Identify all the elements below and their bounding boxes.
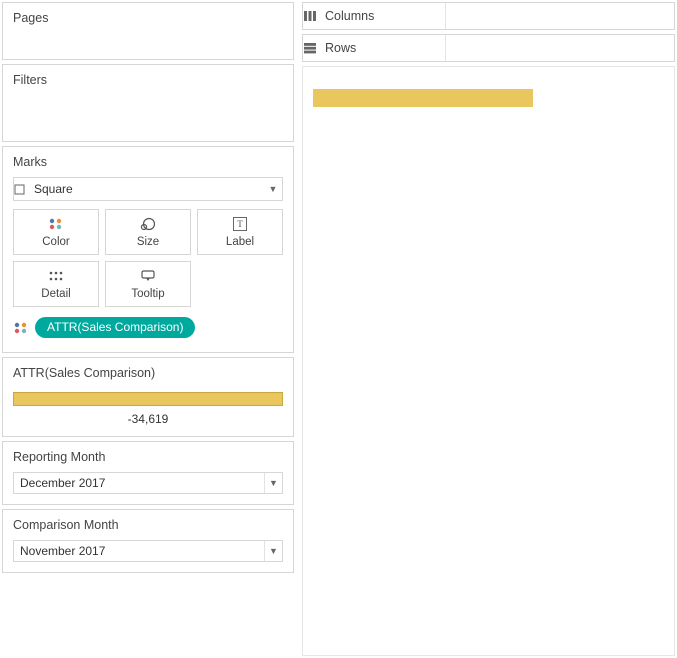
mark-type-label: Square	[34, 182, 264, 196]
color-legend-value: -34,619	[3, 410, 293, 436]
chevron-down-icon: ▼	[264, 541, 282, 561]
param-comparison-month-title: Comparison Month	[3, 510, 293, 538]
marks-size-button[interactable]: Size	[105, 209, 191, 255]
mark-type-dropdown[interactable]: Square ▼	[13, 177, 283, 201]
visualization-canvas[interactable]	[302, 66, 675, 656]
color-legend-card[interactable]: ATTR(Sales Comparison) -34,619	[2, 357, 294, 437]
square-icon	[14, 184, 34, 195]
marks-color-pill-row: ATTR(Sales Comparison)	[3, 313, 293, 352]
columns-shelf[interactable]: Columns	[302, 2, 675, 30]
pages-title: Pages	[3, 3, 293, 31]
marks-detail-button[interactable]: Detail	[13, 261, 99, 307]
color-legend-title: ATTR(Sales Comparison)	[3, 358, 293, 386]
marks-color-button[interactable]: Color	[13, 209, 99, 255]
filters-title: Filters	[3, 65, 293, 93]
color-icon	[13, 321, 29, 335]
marks-detail-label: Detail	[41, 288, 70, 300]
label-icon: T	[233, 216, 247, 232]
marks-title: Marks	[3, 147, 293, 177]
marks-size-label: Size	[137, 236, 159, 248]
square-mark[interactable]	[313, 89, 533, 107]
columns-label: Columns	[325, 9, 445, 23]
param-reporting-month-title: Reporting Month	[3, 442, 293, 470]
color-pill[interactable]: ATTR(Sales Comparison)	[35, 317, 195, 338]
columns-drop-zone[interactable]	[445, 3, 674, 29]
rows-icon	[303, 42, 325, 54]
param-comparison-month-value: November 2017	[20, 544, 264, 558]
param-comparison-month-card: Comparison Month November 2017 ▼	[2, 509, 294, 573]
color-icon	[48, 216, 64, 232]
color-legend-bar	[13, 392, 283, 406]
rows-drop-zone[interactable]	[445, 35, 674, 61]
param-reporting-month-dropdown[interactable]: December 2017 ▼	[13, 472, 283, 494]
rows-shelf[interactable]: Rows	[302, 34, 675, 62]
size-icon	[139, 216, 157, 232]
chevron-down-icon: ▼	[264, 184, 282, 194]
chevron-down-icon: ▼	[264, 473, 282, 493]
param-reporting-month-value: December 2017	[20, 476, 264, 490]
marks-color-label: Color	[42, 236, 69, 248]
rows-label: Rows	[325, 41, 445, 55]
marks-label-label: Label	[226, 236, 254, 248]
filters-shelf[interactable]: Filters	[2, 64, 294, 142]
marks-tooltip-button[interactable]: Tooltip	[105, 261, 191, 307]
param-reporting-month-card: Reporting Month December 2017 ▼	[2, 441, 294, 505]
marks-label-button[interactable]: T Label	[197, 209, 283, 255]
pages-shelf[interactable]: Pages	[2, 2, 294, 60]
param-comparison-month-dropdown[interactable]: November 2017 ▼	[13, 540, 283, 562]
columns-icon	[303, 10, 325, 22]
marks-card: Marks Square ▼ Color Size	[2, 146, 294, 353]
tooltip-icon	[141, 268, 155, 284]
marks-tooltip-label: Tooltip	[131, 288, 164, 300]
detail-icon	[49, 268, 63, 284]
